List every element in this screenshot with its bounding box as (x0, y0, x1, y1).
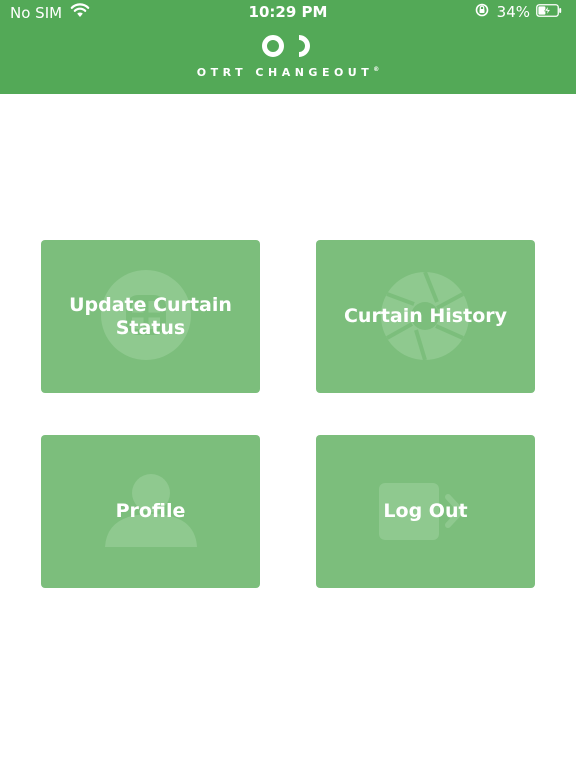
brand-name: OTRT CHANGEOUT® (0, 66, 576, 79)
brand-text: OTRT CHANGEOUT (196, 66, 374, 79)
tile-label: Log Out (383, 500, 468, 522)
tile-label: Profile (115, 500, 186, 522)
battery-charging-icon (536, 3, 562, 21)
log-out-button[interactable]: Log Out (316, 435, 535, 588)
otrt-logo-icon (262, 35, 310, 57)
tile-label: Curtain History (343, 305, 507, 327)
battery-percent: 34% (496, 3, 530, 21)
app-header: No SIM 10:29 PM 34% OTRT CHANGEOUT® (0, 0, 576, 94)
status-bar: No SIM 10:29 PM 34% (0, 0, 576, 24)
tile-label: Update Curtain Status (69, 293, 232, 339)
update-curtain-status-button[interactable]: Update Curtain Status (41, 240, 260, 393)
profile-button[interactable]: Profile (41, 435, 260, 588)
rotation-lock-icon (475, 3, 489, 21)
curtain-history-button[interactable]: Curtain History (316, 240, 535, 393)
registered-mark: ® (373, 66, 380, 73)
